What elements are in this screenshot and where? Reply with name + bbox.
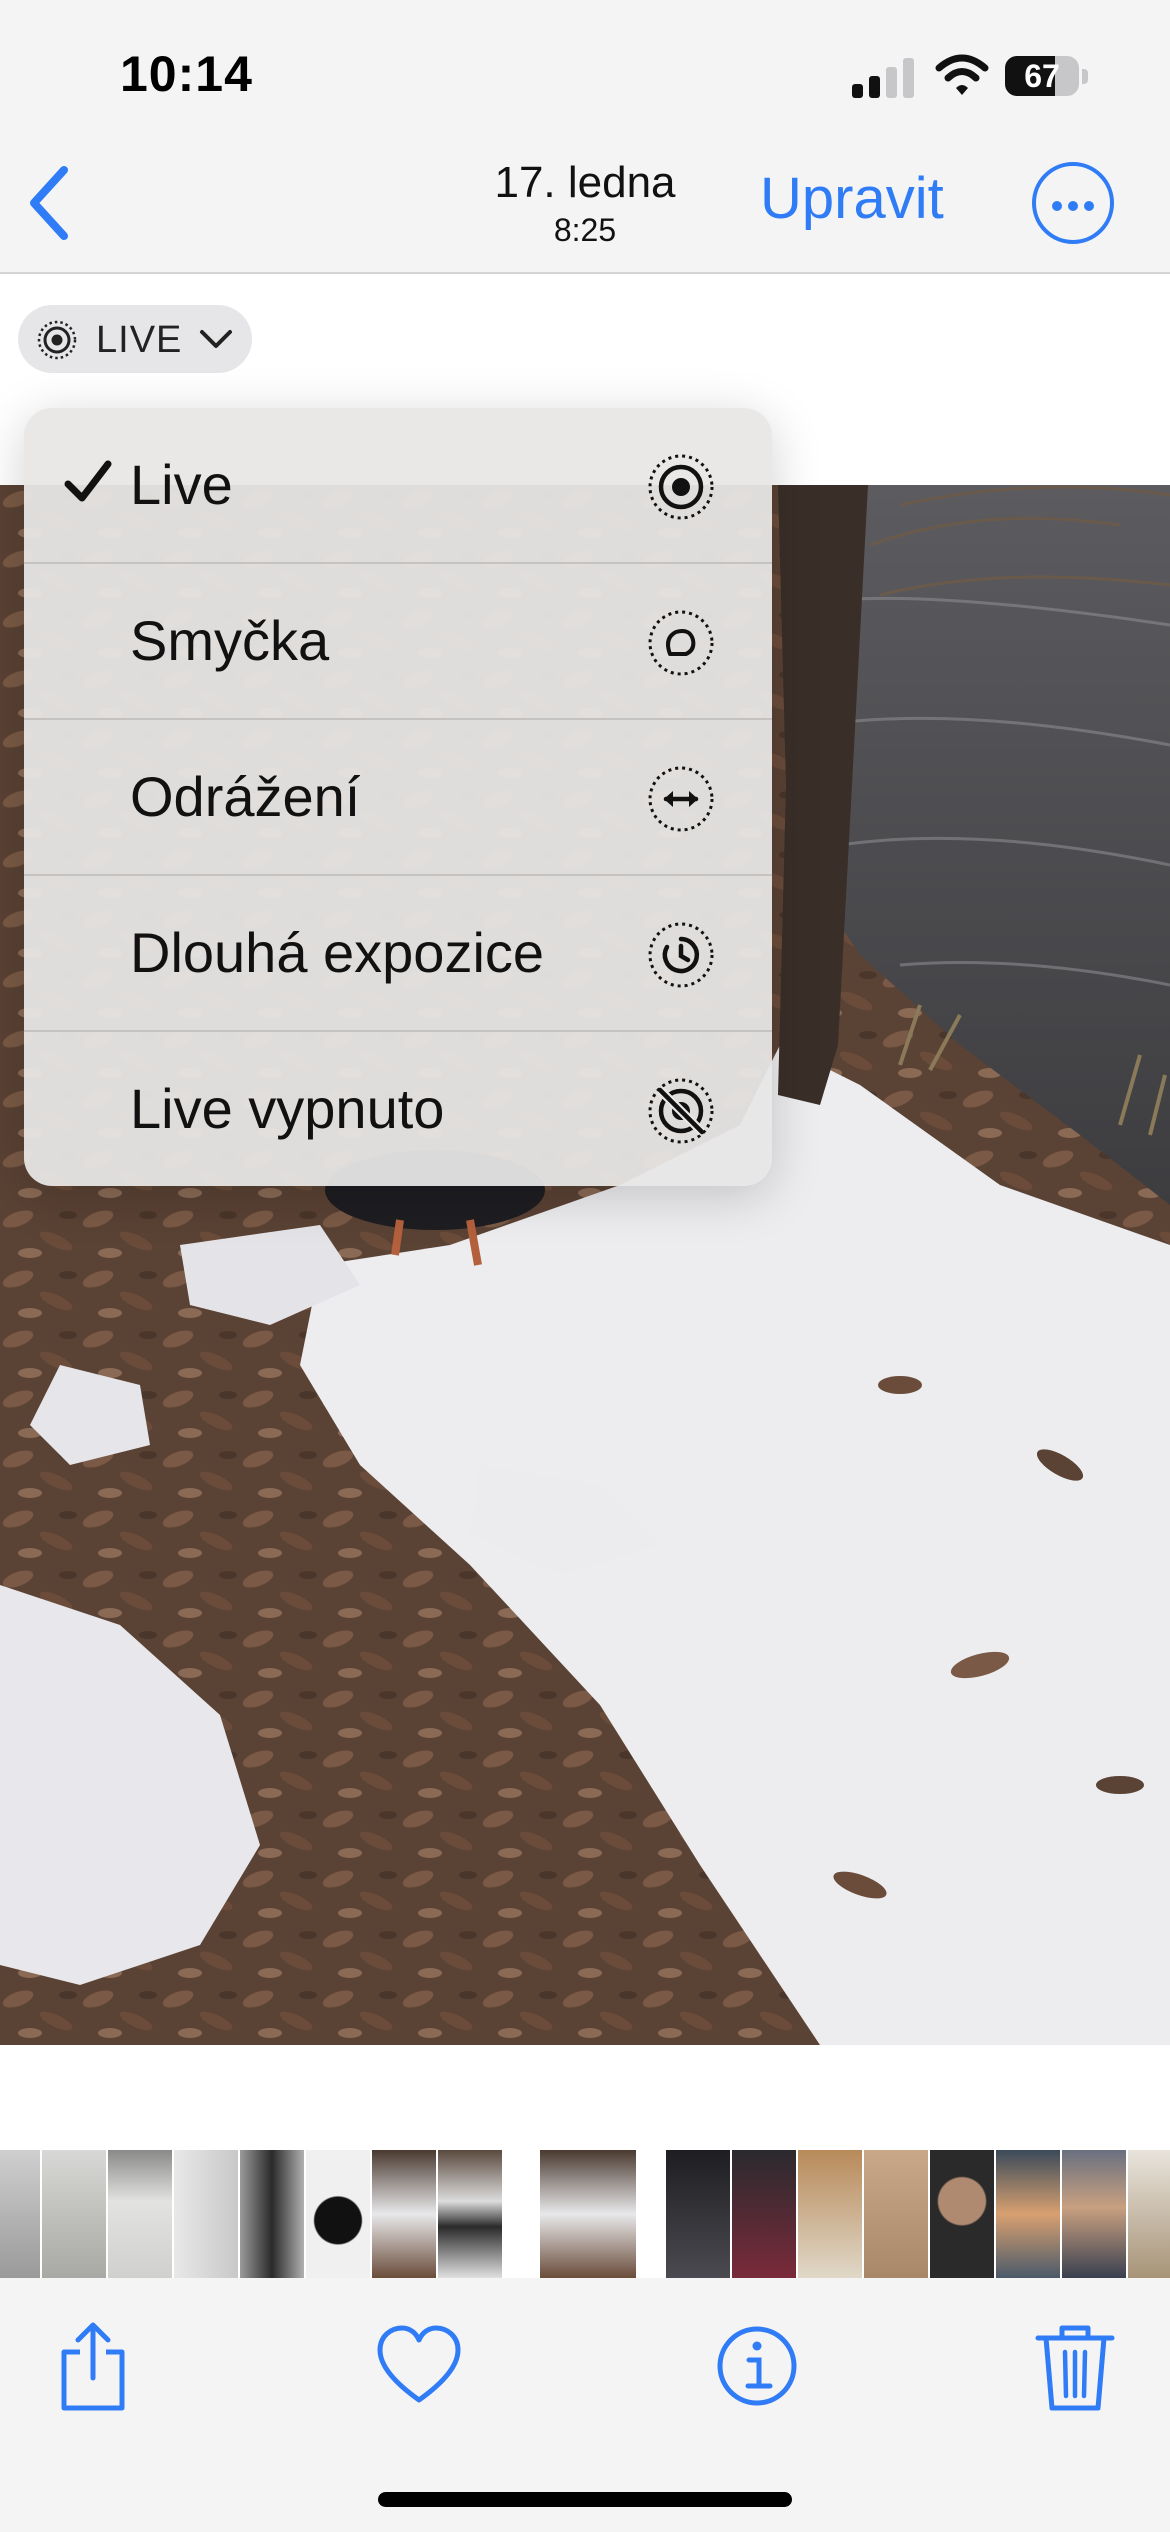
info-icon[interactable] <box>712 2316 802 2416</box>
battery-percent: 67 <box>1024 58 1060 94</box>
menu-item-label: Live vypnuto <box>130 1077 445 1140</box>
loop-icon <box>648 610 714 676</box>
thumbnail[interactable] <box>666 2150 730 2278</box>
bounce-icon <box>648 766 714 832</box>
long-exposure-icon <box>648 922 714 988</box>
thumbnail[interactable] <box>306 2150 370 2278</box>
edit-button[interactable]: Upravit <box>760 165 944 232</box>
home-indicator[interactable] <box>378 2492 792 2507</box>
live-mode-button[interactable]: LIVE <box>18 305 252 373</box>
thumbnail[interactable] <box>996 2150 1060 2278</box>
thumbnail[interactable] <box>438 2150 502 2278</box>
menu-item-bounce[interactable]: Odrážení <box>24 720 772 876</box>
menu-item-label: Odrážení <box>130 765 361 828</box>
menu-item-label: Smyčka <box>130 609 330 672</box>
share-icon[interactable] <box>48 2316 138 2416</box>
live-off-icon <box>648 1078 714 1144</box>
trash-icon[interactable] <box>1030 2316 1120 2416</box>
heart-icon[interactable] <box>374 2316 464 2416</box>
thumbnail[interactable] <box>798 2150 862 2278</box>
live-badge-label: LIVE <box>96 319 183 361</box>
thumbnail[interactable] <box>0 2150 40 2278</box>
cellular-signal-icon <box>852 58 914 98</box>
more-options-icon[interactable] <box>1032 162 1114 244</box>
thumbnail[interactable] <box>372 2150 436 2278</box>
menu-item-loop[interactable]: Smyčka <box>24 564 772 720</box>
back-chevron-icon[interactable] <box>18 158 78 248</box>
thumbnail[interactable] <box>42 2150 106 2278</box>
photo-date: 17. ledna <box>494 158 676 207</box>
menu-item-label: Live <box>130 453 233 516</box>
thumbnail-current[interactable] <box>536 2150 640 2278</box>
checkmark-icon <box>64 460 112 502</box>
status-time: 10:14 <box>120 46 253 102</box>
menu-item-live[interactable]: Live <box>24 408 772 564</box>
thumbnail[interactable] <box>240 2150 304 2278</box>
menu-item-live-off[interactable]: Live vypnuto <box>24 1032 772 1186</box>
live-icon <box>37 320 77 360</box>
thumbnail[interactable] <box>108 2150 172 2278</box>
live-icon <box>648 454 714 520</box>
menu-item-long-exposure[interactable]: Dlouhá expozice <box>24 876 772 1032</box>
chevron-down-icon <box>200 330 232 348</box>
live-mode-menu: Live Smyčka Odrážení Dlouhá expozice Liv… <box>24 408 772 1186</box>
thumbnail[interactable] <box>1128 2150 1170 2278</box>
wifi-icon <box>935 54 989 95</box>
menu-item-label: Dlouhá expozice <box>130 921 545 984</box>
thumbnail[interactable] <box>174 2150 238 2278</box>
thumbnail-strip[interactable] <box>0 2150 1170 2278</box>
thumbnail[interactable] <box>864 2150 928 2278</box>
thumbnail[interactable] <box>732 2150 796 2278</box>
thumbnail[interactable] <box>930 2150 994 2278</box>
thumbnail[interactable] <box>1062 2150 1126 2278</box>
photo-time: 8:25 <box>553 212 617 248</box>
battery-icon: 67 <box>1005 56 1089 98</box>
